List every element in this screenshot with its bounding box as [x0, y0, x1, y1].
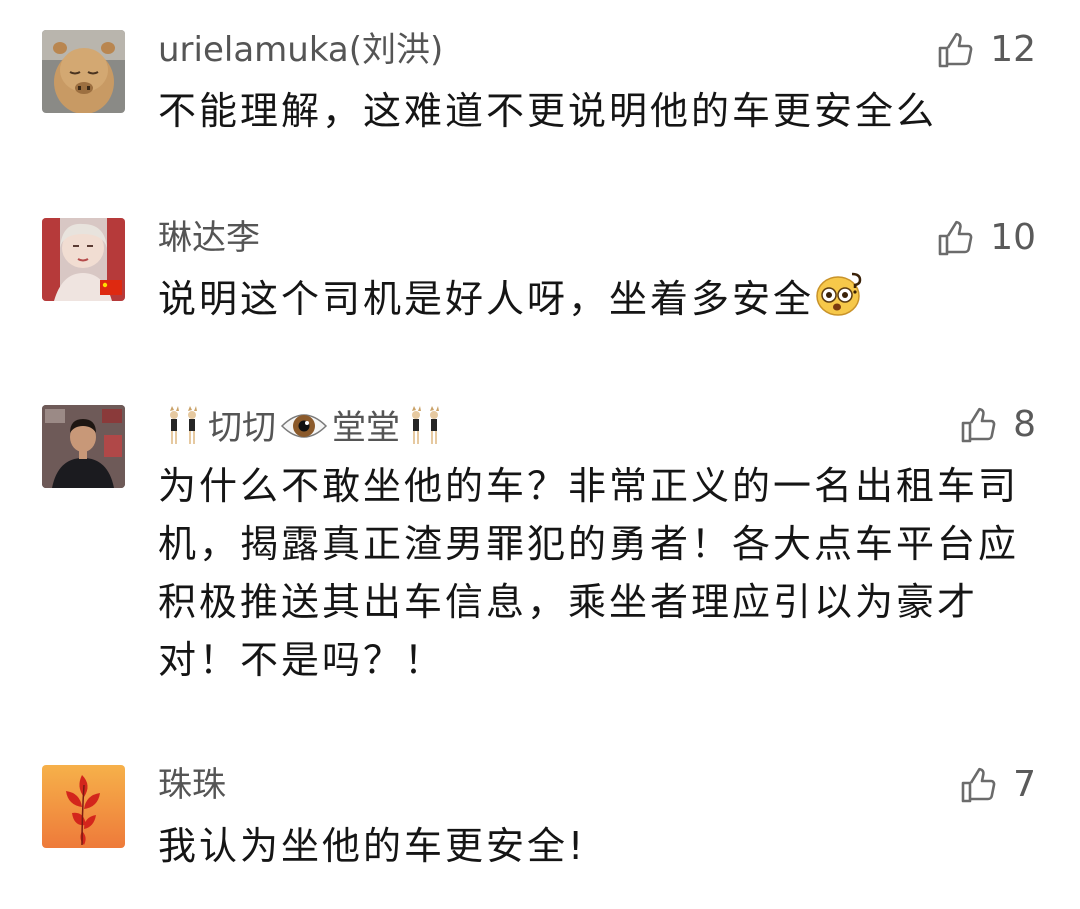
like-button[interactable]: 8 [959, 405, 1036, 445]
username-part: 堂堂 [332, 408, 400, 448]
username[interactable]: urielamuka(刘洪) [158, 30, 443, 70]
thumbs-up-icon [961, 407, 996, 443]
username[interactable]: 珠珠 [158, 765, 226, 805]
like-button[interactable]: 7 [959, 765, 1036, 805]
like-count: 8 [1013, 404, 1036, 445]
comment-text: 不能理解，这难道不更说明他的车更安全么 [158, 89, 938, 133]
username[interactable]: 切切 堂堂 [158, 405, 450, 456]
red-flower-avatar[interactable] [42, 765, 125, 848]
like-button[interactable]: 12 [936, 30, 1036, 70]
comment-text: 我认为坐他的车更安全! [158, 824, 587, 868]
thumbs-up-icon [961, 767, 996, 803]
comment-text: 说明这个司机是好人呀，坐着多安全 [158, 270, 1038, 334]
thumbs-up-icon [938, 220, 973, 256]
username-part: 切切 [208, 408, 276, 448]
like-button[interactable]: 10 [936, 218, 1036, 258]
like-count: 7 [1013, 764, 1036, 805]
dancers-emoji [162, 405, 204, 456]
username[interactable]: 琳达李 [158, 218, 260, 258]
woman-portrait-avatar[interactable] [42, 218, 125, 301]
thumbs-up-icon [938, 32, 973, 68]
like-count: 10 [990, 217, 1036, 258]
dizzy-face-emoji [814, 270, 866, 334]
eye-emoji [280, 405, 328, 456]
capybara-avatar[interactable] [42, 30, 125, 113]
dancers-emoji [404, 405, 446, 456]
comment-text-content: 说明这个司机是好人呀，坐着多安全 [158, 277, 815, 321]
comment-text: 为什么不敢坐他的车？非常正义的一名出租车司机，揭露真正渣男罪犯的勇者！各大点车平… [158, 464, 1020, 682]
like-count: 12 [990, 29, 1036, 70]
man-portrait-avatar[interactable] [42, 405, 125, 488]
